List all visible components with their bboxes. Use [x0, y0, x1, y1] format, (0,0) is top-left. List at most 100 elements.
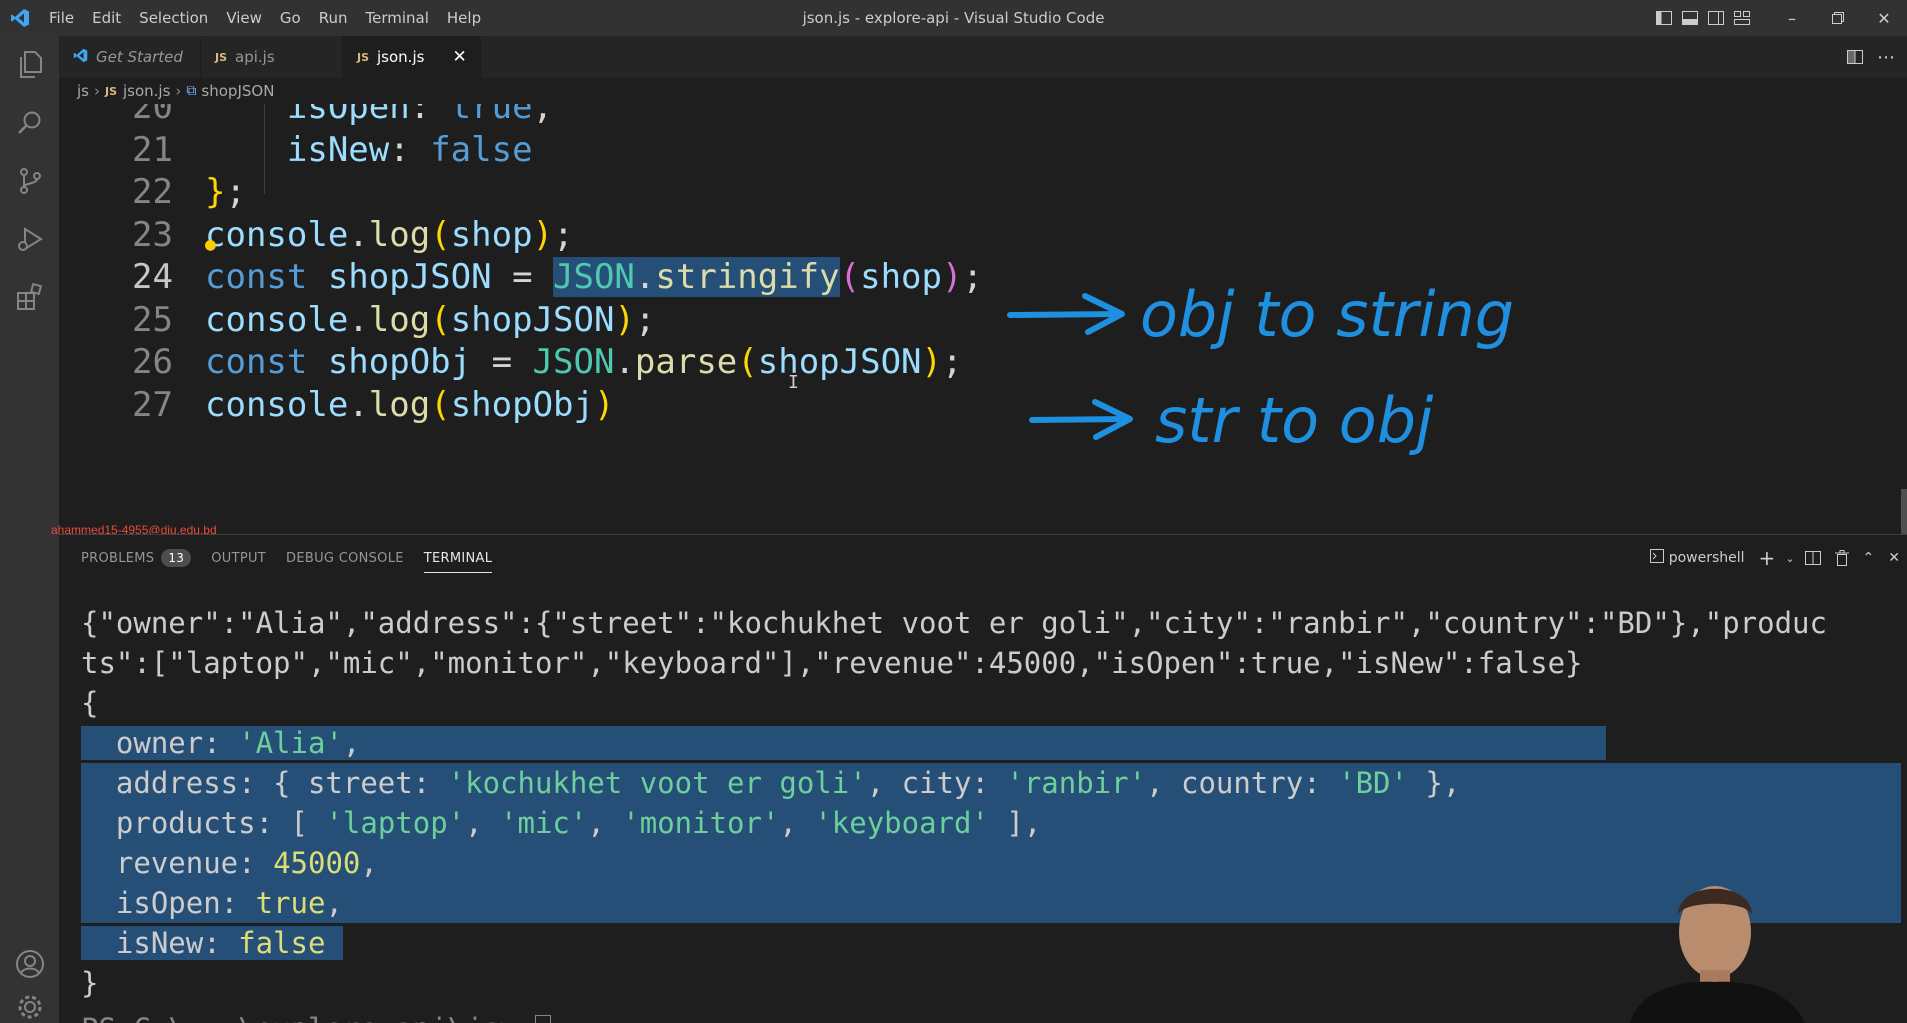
- code-token: shopJSON: [450, 300, 615, 340]
- trash-icon[interactable]: [1828, 535, 1856, 581]
- maximize-panel-icon[interactable]: ⌃: [1856, 535, 1882, 581]
- vscode-logo-icon: [0, 0, 40, 36]
- code-token: (: [430, 385, 451, 425]
- menu-terminal[interactable]: Terminal: [357, 0, 438, 36]
- code-token: ;: [942, 342, 963, 382]
- code-token: shopJSON: [327, 257, 492, 297]
- shell-name: powershell: [1668, 550, 1745, 566]
- js-file-icon: JS: [215, 50, 228, 64]
- tab-label: PROBLEMS: [81, 550, 155, 566]
- array-bracket: ],: [988, 806, 1042, 840]
- extensions-icon[interactable]: [0, 268, 59, 326]
- code-token: stringify: [655, 257, 840, 297]
- code-token: (: [839, 257, 861, 297]
- code-token: ;: [634, 300, 656, 340]
- restore-icon[interactable]: [1815, 0, 1861, 36]
- terminal-line: {: [81, 683, 1901, 723]
- object-brace: }: [81, 966, 99, 1000]
- menu-file[interactable]: File: [40, 0, 83, 36]
- tab-api-js[interactable]: JS api.js: [201, 36, 343, 78]
- close-window-icon[interactable]: ✕: [1861, 0, 1907, 36]
- run-debug-icon[interactable]: [0, 210, 59, 268]
- chevron-down-icon[interactable]: ⌄: [1782, 535, 1797, 581]
- tab-problems[interactable]: PROBLEMS 13: [81, 535, 192, 581]
- object-key: revenue:: [81, 846, 274, 880]
- code-text: };: [205, 172, 246, 212]
- line-number: 27: [132, 385, 173, 425]
- menu-go[interactable]: Go: [271, 0, 310, 36]
- editor-scrollbar[interactable]: [1901, 489, 1907, 534]
- more-actions-icon[interactable]: ⋯: [1877, 36, 1895, 78]
- code-text: console.log(shopObj): [205, 385, 614, 425]
- code-token: .: [348, 215, 369, 255]
- minimize-icon[interactable]: –: [1769, 0, 1815, 36]
- breadcrumb-folder[interactable]: js: [77, 82, 89, 100]
- object-key: owner:: [81, 726, 239, 760]
- json-output-line: {"owner":"Alia","address":{"street":"koc…: [81, 606, 1827, 640]
- line-number: 21: [132, 130, 173, 170]
- breadcrumb-symbol[interactable]: shopJSON: [201, 82, 274, 100]
- breadcrumb-file[interactable]: json.js: [123, 82, 170, 100]
- js-file-icon: JS: [104, 84, 117, 98]
- search-icon[interactable]: [0, 94, 59, 152]
- code-line[interactable]: 27 console.log(shopObj): [59, 379, 1907, 431]
- object-value: 'ranbir': [1006, 766, 1147, 800]
- object-value: 45000: [273, 846, 361, 880]
- source-control-icon[interactable]: [0, 152, 59, 210]
- code-token: .: [614, 342, 635, 382]
- code-token: shop: [860, 257, 942, 297]
- code-token: console: [205, 385, 349, 425]
- code-token: ;: [962, 257, 983, 297]
- code-token: parse: [634, 342, 738, 382]
- code-token: ): [614, 300, 635, 340]
- object-value: true: [255, 886, 326, 920]
- code-token: ): [921, 342, 943, 382]
- code-token: (: [430, 300, 451, 340]
- menu-run[interactable]: Run: [310, 0, 357, 36]
- object-brace: },: [1407, 766, 1461, 800]
- code-token: .: [348, 300, 369, 340]
- code-token: log: [368, 300, 431, 340]
- code-token: JSON: [553, 257, 635, 297]
- code-token: ): [942, 257, 963, 297]
- menu-view[interactable]: View: [217, 0, 271, 36]
- object-key: , city:: [866, 766, 1007, 800]
- tab-terminal[interactable]: TERMINAL: [423, 535, 493, 581]
- code-text: console.log(shopJSON);: [205, 300, 655, 340]
- title-bar: File Edit Selection View Go Run Terminal…: [0, 0, 1907, 36]
- settings-gear-icon[interactable]: [0, 993, 59, 1023]
- close-tab-icon[interactable]: ✕: [452, 47, 466, 67]
- accounts-icon[interactable]: [0, 935, 59, 993]
- tab-get-started[interactable]: Get Started: [59, 36, 201, 78]
- code-token: isNew: [205, 130, 390, 170]
- line-number: 25: [132, 300, 173, 340]
- menu-help[interactable]: Help: [438, 0, 490, 36]
- line-number: 23: [132, 215, 173, 255]
- code-editor[interactable]: 20 isOpen: true, 21 isNew: false 22}; 23 con…: [59, 104, 1907, 534]
- json-output-line: ts":["laptop","mic","monitor","keyboard"…: [81, 646, 1583, 680]
- explorer-icon[interactable]: [0, 36, 59, 94]
- panel-tabs: PROBLEMS 13 OUTPUT DEBUG CONSOLE TERMINA…: [59, 535, 512, 581]
- terminal-shell-selector[interactable]: powershell: [1643, 535, 1752, 581]
- breadcrumb: js › JS json.js › ⧉ shopJSON: [59, 78, 1907, 104]
- toggle-secondary-sidebar-icon[interactable]: [1703, 0, 1729, 36]
- tab-json-js[interactable]: JS json.js ✕: [343, 36, 481, 78]
- menu-selection[interactable]: Selection: [130, 0, 217, 36]
- problems-count-badge: 13: [161, 549, 192, 567]
- close-panel-icon[interactable]: ✕: [1881, 535, 1907, 581]
- code-token: :: [389, 130, 431, 170]
- toggle-panel-icon[interactable]: [1677, 0, 1703, 36]
- tab-debug-console[interactable]: DEBUG CONSOLE: [286, 535, 404, 581]
- split-editor-icon[interactable]: [1847, 36, 1863, 78]
- menu-edit[interactable]: Edit: [83, 0, 130, 36]
- toggle-sidebar-icon[interactable]: [1651, 0, 1677, 36]
- terminal-line: ts":["laptop","mic","monitor","keyboard"…: [81, 643, 1901, 683]
- webcam-presenter: [1630, 886, 1805, 1023]
- split-terminal-icon[interactable]: [1798, 535, 1828, 581]
- new-terminal-icon[interactable]: +: [1752, 535, 1783, 581]
- code-token: JSON: [532, 342, 615, 382]
- js-file-icon: JS: [357, 50, 370, 64]
- lightbulb-icon[interactable]: ●: [205, 234, 216, 255]
- tab-output[interactable]: OUTPUT: [211, 535, 266, 581]
- customize-layout-icon[interactable]: [1729, 0, 1755, 36]
